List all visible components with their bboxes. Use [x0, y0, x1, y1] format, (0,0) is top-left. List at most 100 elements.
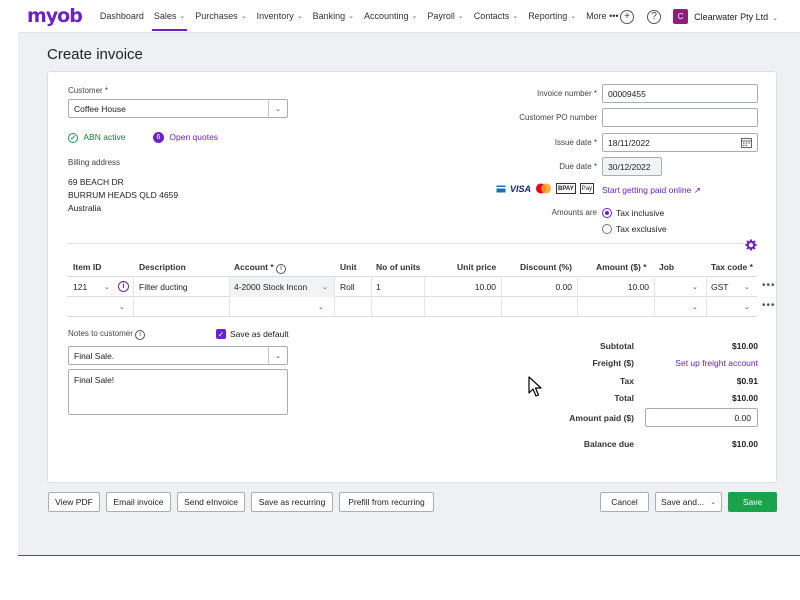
save-and-button[interactable]: Save and... ⌄ — [655, 492, 722, 512]
tax-inclusive-label: Tax inclusive — [616, 208, 665, 218]
send-einvoice-button[interactable]: Send eInvoice — [177, 492, 245, 512]
chevron-down-icon[interactable]: ⌄ — [268, 100, 287, 117]
quotes-count-badge: 6 — [153, 132, 164, 144]
chevron-down-icon: ⌄ — [240, 13, 247, 20]
amount-paid-label: Amount paid ($) — [569, 413, 634, 423]
gear-icon[interactable] — [745, 239, 757, 253]
info-icon[interactable]: i — [276, 263, 287, 274]
save-and-label: Save and... — [661, 497, 705, 507]
chevron-down-icon[interactable]: ⌄ — [318, 297, 324, 317]
amounts-are-label: Amounts are — [551, 208, 597, 217]
view-pdf-button[interactable]: View PDF — [48, 492, 100, 512]
row-more-icon[interactable]: ••• — [762, 280, 776, 291]
row1-discount[interactable]: 0.00 — [501, 277, 572, 297]
chevron-down-icon[interactable]: ⌄ — [692, 297, 698, 317]
company-avatar[interactable]: C — [673, 9, 689, 24]
apple-pay-icon: Pay — [579, 183, 595, 194]
issue-date-value: 18/11/2022 — [608, 137, 650, 148]
address-line: BURRUM HEADS QLD 4659 — [68, 190, 179, 200]
chevron-down-icon[interactable]: ⌄ — [744, 277, 750, 297]
nav-purchases[interactable]: Purchases ⌄ — [190, 0, 251, 33]
nav-sales[interactable]: Sales ⌄ — [149, 0, 190, 33]
save-default-checkbox[interactable]: ✓ — [216, 329, 226, 339]
row1-item-id[interactable]: 121 — [73, 277, 87, 297]
chevron-down-icon[interactable]: ⌄ — [692, 277, 698, 297]
nav-dashboard[interactable]: Dashboard — [95, 0, 149, 33]
nav-payroll[interactable]: Payroll ⌄ — [422, 0, 468, 33]
freight-setup-link[interactable]: Set up freight account — [658, 358, 758, 368]
nav-label: Dashboard — [99, 11, 144, 21]
myob-logo[interactable]: myob — [27, 5, 83, 27]
nav-banking[interactable]: Banking ⌄ — [308, 0, 359, 33]
check-circle-icon: ✓ — [68, 132, 78, 143]
nav-contacts[interactable]: Contacts ⌄ — [469, 0, 523, 33]
row1-amount[interactable]: 10.00 — [577, 277, 649, 297]
due-date-input[interactable]: 30/12/2022 — [602, 157, 662, 176]
card-icon — [496, 183, 506, 194]
row-more-icon[interactable]: ••• — [762, 300, 776, 311]
company-switcher[interactable]: Clearwater Pty Ltd ⌄ — [694, 12, 778, 22]
col-separator — [334, 276, 335, 316]
main-nav: Dashboard Sales ⌄ Purchases ⌄ Inventory ⌄ B… — [95, 0, 624, 33]
save-button[interactable]: Save — [728, 492, 777, 512]
save-recurring-button[interactable]: Save as recurring — [251, 492, 333, 512]
issue-date-input[interactable]: 18/11/2022 — [602, 133, 758, 152]
notes-label-text: Notes to customer — [68, 329, 133, 338]
chevron-down-icon[interactable]: ⌄ — [744, 297, 750, 317]
customer-select[interactable]: Coffee House ⌄ — [68, 99, 288, 118]
cancel-button[interactable]: Cancel — [600, 492, 649, 512]
start-paid-online-link[interactable]: Start getting paid online ↗ — [602, 185, 701, 196]
row-divider — [67, 316, 757, 317]
save-default-label: Save as default — [230, 329, 289, 339]
add-icon[interactable]: + — [620, 9, 635, 24]
notes-label: Notes to customer i — [68, 329, 146, 340]
customer-label: Customer * — [68, 86, 109, 95]
mastercard-icon — [535, 183, 552, 194]
col-unit: Unit — [340, 262, 357, 272]
prefill-recurring-button[interactable]: Prefill from recurring — [339, 492, 434, 512]
nav-accounting[interactable]: Accounting ⌄ — [359, 0, 422, 33]
open-quotes-link[interactable]: 6 Open quotes — [153, 132, 218, 144]
external-link-icon: ↗ — [693, 185, 701, 195]
notes-template-select[interactable]: Final Sale. ⌄ — [68, 346, 288, 365]
info-icon[interactable]: i — [118, 281, 129, 292]
invoice-number-input[interactable]: 00009455 — [602, 84, 758, 103]
row1-unit-price[interactable]: 10.00 — [424, 277, 496, 297]
col-account-label: Account * — [234, 262, 274, 272]
nav-inventory[interactable]: Inventory ⌄ — [252, 0, 308, 33]
subtotal-label: Subtotal — [600, 341, 634, 351]
col-unit-price: Unit price — [457, 262, 497, 272]
chevron-down-icon: ⌄ — [710, 499, 716, 506]
row1-description[interactable]: Filter ducting — [139, 277, 188, 297]
chevron-down-icon[interactable]: ⌄ — [318, 277, 332, 297]
chevron-down-icon[interactable]: ⌄ — [119, 297, 125, 317]
tax-inclusive-radio[interactable] — [602, 208, 612, 218]
visa-icon: VISA — [510, 183, 532, 194]
chevron-down-icon[interactable]: ⌄ — [104, 277, 110, 297]
help-icon[interactable]: ? — [647, 9, 662, 24]
billing-address-label: Billing address — [68, 158, 121, 167]
row1-no-of-units[interactable]: 1 — [376, 277, 381, 297]
row1-account-value: 4-2000 Stock Incon — [234, 282, 308, 292]
row1-tax-code[interactable]: GST — [711, 277, 728, 297]
email-invoice-button[interactable]: Email invoice — [106, 492, 171, 512]
col-separator — [706, 276, 707, 316]
address-line: Australia — [68, 203, 102, 213]
amount-paid-input[interactable]: 0.00 — [645, 408, 758, 427]
row1-unit[interactable]: Roll — [340, 277, 355, 297]
col-separator — [133, 276, 134, 316]
tax-exclusive-radio[interactable] — [602, 224, 612, 234]
nav-label: Payroll — [427, 11, 455, 21]
notes-template-value: Final Sale. — [74, 350, 115, 361]
abn-status: ✓ ABN active — [68, 132, 125, 143]
col-separator — [371, 276, 372, 316]
po-number-input[interactable] — [602, 108, 758, 127]
chevron-down-icon[interactable]: ⌄ — [268, 347, 287, 364]
calendar-icon[interactable] — [741, 137, 752, 150]
notes-textarea[interactable]: Final Sale! — [68, 369, 288, 415]
balance-due-value: $10.00 — [732, 439, 758, 449]
info-icon[interactable]: i — [135, 329, 146, 340]
nav-reporting[interactable]: Reporting ⌄ — [523, 0, 581, 33]
col-discount: Discount (%) — [520, 262, 572, 272]
nav-label: Accounting — [363, 11, 409, 21]
